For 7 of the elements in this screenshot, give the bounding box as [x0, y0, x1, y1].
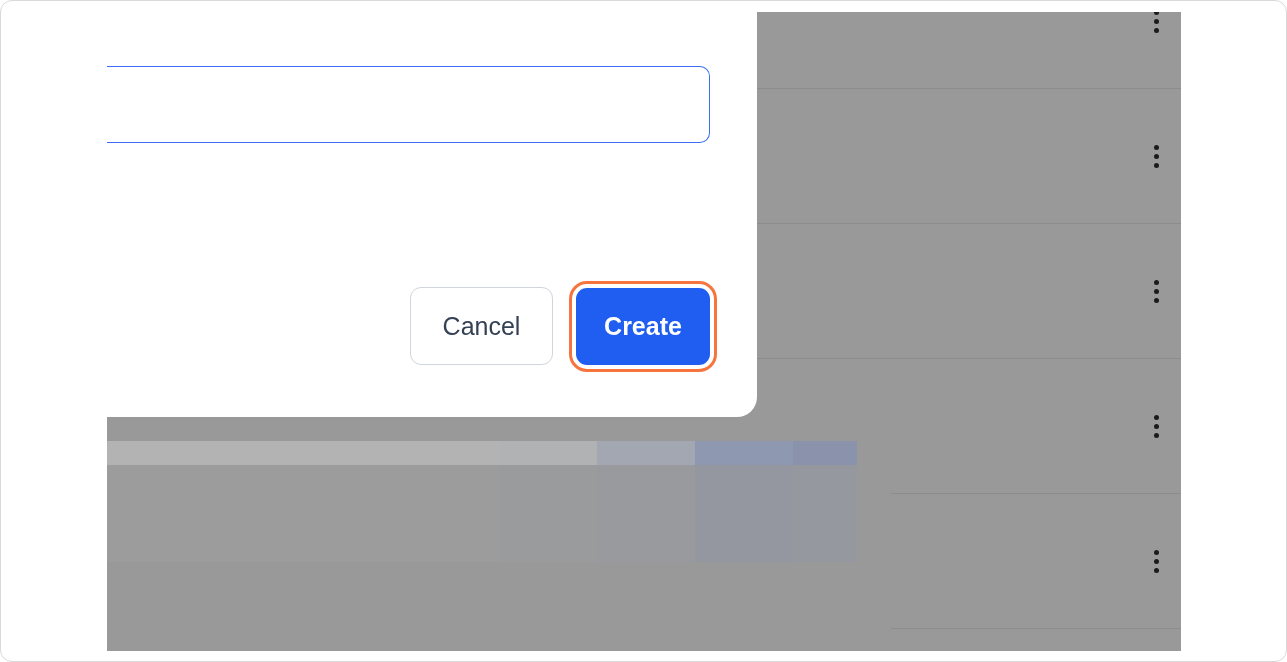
text-field[interactable] [107, 66, 710, 143]
more-options-icon[interactable] [1154, 280, 1159, 303]
more-options-icon[interactable] [1154, 550, 1159, 573]
more-options-icon[interactable] [1154, 12, 1159, 33]
cancel-button[interactable]: Cancel [410, 287, 553, 365]
more-options-icon[interactable] [1154, 415, 1159, 438]
more-options-icon[interactable] [1154, 145, 1159, 168]
